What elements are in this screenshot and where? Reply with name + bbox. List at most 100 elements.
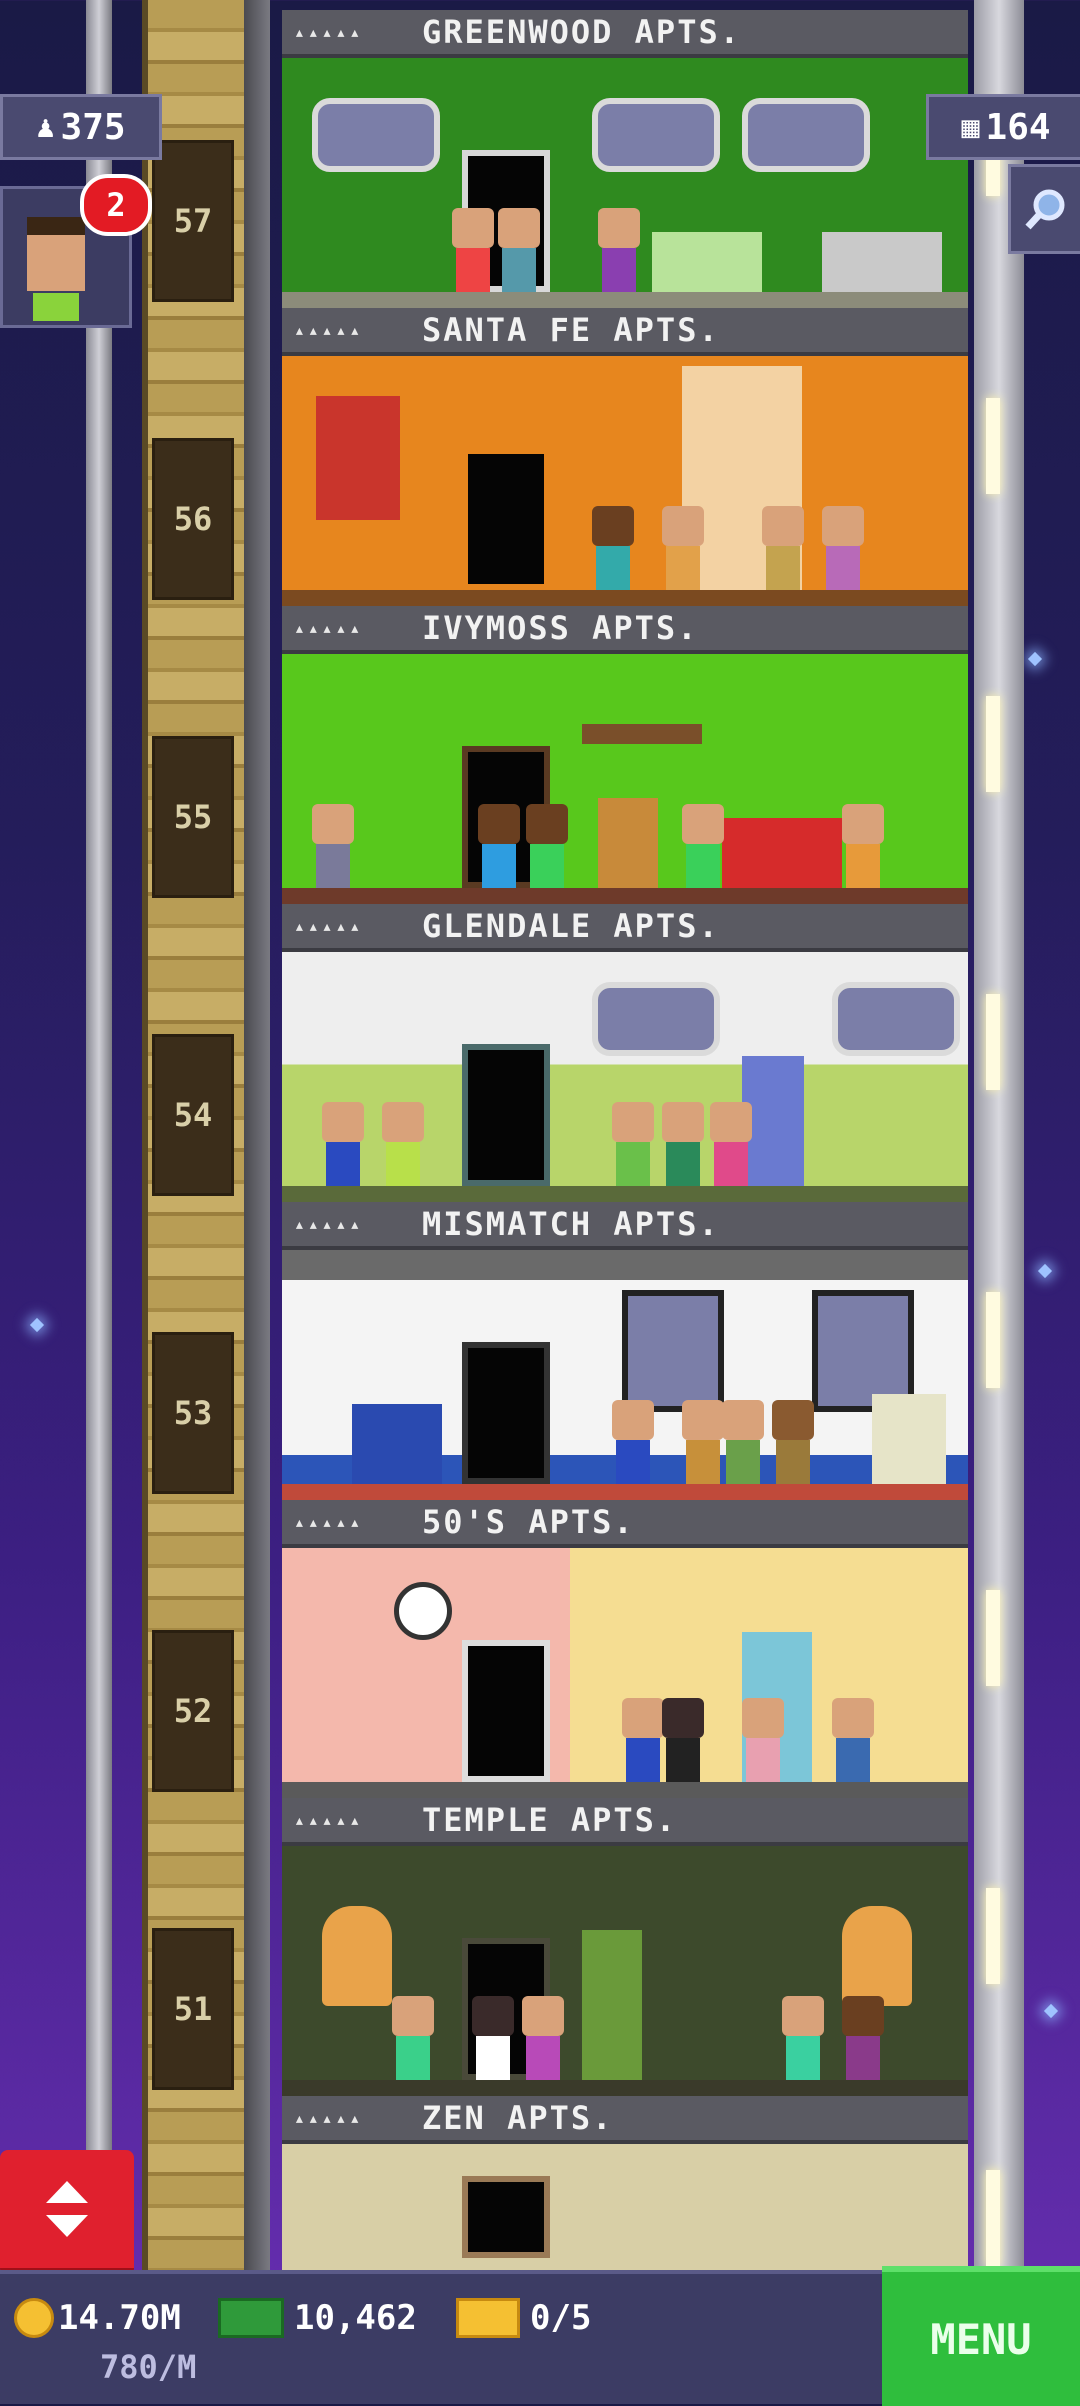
bitizen[interactable] — [662, 1102, 704, 1186]
coins-stat[interactable]: 14.70M — [14, 2298, 181, 2338]
floor-header: ▴▴▴▴▴ TEMPLE APTS. — [282, 1798, 968, 1846]
floor-header: ▴▴▴▴▴ 50'S APTS. — [282, 1500, 968, 1548]
ticket-icon — [456, 2298, 520, 2338]
floor-number-52: 52 — [152, 1630, 234, 1792]
bitizen[interactable] — [832, 1698, 874, 1782]
floor-glendale-apts[interactable]: ▴▴▴▴▴ GLENDALE APTS. — [282, 904, 968, 1202]
bux-value: 10,462 — [294, 2298, 417, 2338]
bitizen[interactable] — [526, 804, 568, 888]
tickets-value: 0/5 — [530, 2298, 592, 2338]
floor-rating-stars: ▴▴▴▴▴ — [294, 21, 364, 43]
floor-santa-fe-apts[interactable]: ▴▴▴▴▴ SANTA FE APTS. — [282, 308, 968, 606]
floor-rating-stars: ▴▴▴▴▴ — [294, 915, 364, 937]
bitizen[interactable] — [382, 1102, 424, 1186]
bux-icon — [218, 2298, 284, 2338]
bitizen[interactable] — [682, 804, 724, 888]
armchair — [352, 1404, 442, 1484]
bitizen[interactable] — [498, 208, 540, 292]
floor-counter[interactable]: ▦ 164 — [926, 94, 1080, 160]
floor-number-56: 56 — [152, 438, 234, 600]
floor-temple-apts[interactable]: ▴▴▴▴▴ TEMPLE APTS. — [282, 1798, 968, 2096]
bitizen[interactable] — [710, 1102, 752, 1186]
bitizen[interactable] — [682, 1400, 724, 1484]
room-window — [622, 1290, 724, 1412]
room-floor — [282, 1782, 968, 1798]
bitizen[interactable] — [622, 1698, 664, 1782]
floor-header: ▴▴▴▴▴ GREENWOOD APTS. — [282, 10, 968, 58]
floor-mismatch-apts[interactable]: ▴▴▴▴▴ MISMATCH APTS. — [282, 1202, 968, 1500]
bitizen[interactable] — [522, 1996, 564, 2080]
bitizen[interactable] — [662, 506, 704, 590]
computer-desk — [822, 232, 942, 292]
room-floor — [282, 1186, 968, 1202]
floor-number-55: 55 — [152, 736, 234, 898]
bitizen[interactable] — [842, 804, 884, 888]
apartment-room[interactable] — [282, 58, 968, 308]
bitizen[interactable] — [772, 1400, 814, 1484]
retro-computer — [872, 1394, 946, 1484]
room-window — [832, 982, 960, 1056]
floor-rating-stars: ▴▴▴▴▴ — [294, 1511, 364, 1533]
apartment-room[interactable] — [282, 952, 968, 1202]
avatar-shirt — [33, 293, 79, 321]
bitizen[interactable] — [612, 1102, 654, 1186]
window-light — [986, 1292, 1000, 1388]
bitizen[interactable] — [312, 804, 354, 888]
tickets-stat[interactable]: 0/5 — [456, 2298, 591, 2338]
floor-50s-apts[interactable]: ▴▴▴▴▴ 50'S APTS. — [282, 1500, 968, 1798]
bux-stat[interactable]: 10,462 — [218, 2298, 417, 2338]
window-light — [986, 994, 1000, 1090]
floor-rating-stars: ▴▴▴▴▴ — [294, 617, 364, 639]
apartment-room[interactable] — [282, 1846, 968, 2096]
floor-number-53: 53 — [152, 1332, 234, 1494]
apartment-room[interactable] — [282, 2144, 968, 2270]
bitizen[interactable] — [452, 208, 494, 292]
floor-ivymoss-apts[interactable]: ▴▴▴▴▴ IVYMOSS APTS. — [282, 606, 968, 904]
menu-button[interactable]: MENU — [882, 2266, 1080, 2406]
apartment-room[interactable] — [282, 1250, 968, 1500]
floor-zen-apts[interactable]: ▴▴▴▴▴ ZEN APTS. — [282, 2096, 968, 2270]
floor-count-value: 164 — [985, 106, 1051, 148]
room-door — [462, 448, 550, 590]
notification-badge[interactable]: 2 — [80, 174, 152, 236]
bitizen[interactable] — [822, 506, 864, 590]
coin-icon — [14, 2298, 54, 2338]
population-counter[interactable]: ♟ 375 — [0, 94, 162, 160]
floor-name: 50'S APTS. — [422, 1503, 635, 1541]
bitizen[interactable] — [592, 506, 634, 590]
star-decoration — [1043, 2003, 1059, 2019]
bitizen[interactable] — [472, 1996, 514, 2080]
bitizen[interactable] — [662, 1698, 704, 1782]
temple-statue — [842, 1906, 912, 2006]
search-button[interactable] — [1008, 164, 1080, 254]
window-light — [986, 696, 1000, 792]
window-light — [986, 398, 1000, 494]
bitizen[interactable] — [722, 1400, 764, 1484]
window-light — [986, 2170, 1000, 2266]
room-door — [462, 1342, 550, 1484]
room-floor — [282, 888, 968, 904]
magnifier-icon — [1025, 189, 1065, 230]
floor-greenwood-apts[interactable]: ▴▴▴▴▴ GREENWOOD APTS. — [282, 10, 968, 308]
bitizen[interactable] — [598, 208, 640, 292]
room-door — [462, 1044, 550, 1186]
apartment-room[interactable] — [282, 356, 968, 606]
room-window — [592, 98, 720, 172]
bitizen[interactable] — [842, 1996, 884, 2080]
wall-clock — [394, 1582, 452, 1640]
star-decoration — [1037, 1263, 1053, 1279]
jukebox — [598, 798, 658, 888]
bitizen[interactable] — [612, 1400, 654, 1484]
bitizen[interactable] — [782, 1996, 824, 2080]
bitizen[interactable] — [478, 804, 520, 888]
temple-statue — [322, 1906, 392, 2006]
bitizen[interactable] — [762, 506, 804, 590]
apartment-room[interactable] — [282, 654, 968, 904]
bitizen[interactable] — [742, 1698, 784, 1782]
apartment-room[interactable] — [282, 1548, 968, 1798]
bitizen[interactable] — [322, 1102, 364, 1186]
elevator-button[interactable] — [0, 2150, 134, 2276]
potted-palm — [582, 1930, 642, 2080]
floor-header: ▴▴▴▴▴ IVYMOSS APTS. — [282, 606, 968, 654]
bitizen[interactable] — [392, 1996, 434, 2080]
